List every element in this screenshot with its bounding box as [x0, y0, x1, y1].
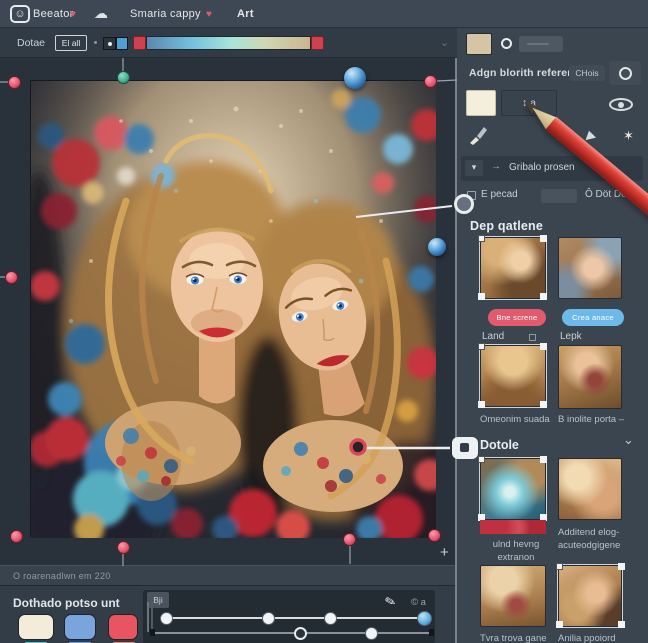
document-title: Smaria cappy [130, 8, 201, 20]
gradient-stop-right[interactable] [311, 36, 324, 50]
blue-pill-button[interactable]: Crea anace [562, 309, 624, 326]
group1-title: Dep qatlene [470, 219, 544, 233]
arrow-right-icon: → [491, 161, 501, 172]
slider-knob[interactable] [324, 612, 337, 625]
app-window: ☺ Beeator ♥ ☁ Smaria cappy ♥ Art Dotae E… [0, 0, 648, 643]
color-chip-blue[interactable] [64, 614, 96, 640]
thumbnail-caption: Additend elog- acuteodgigene [558, 527, 621, 551]
callout-anchor-button[interactable] [454, 194, 474, 214]
slider-grip[interactable] [147, 602, 149, 632]
action-right-label[interactable]: Ô Döt Del [585, 189, 629, 200]
thumbnail-caption: Omeonim suada [480, 414, 550, 425]
callout-target-button[interactable] [452, 437, 478, 459]
slider-end-nub [150, 629, 155, 636]
star-icon[interactable]: ✶ [623, 128, 634, 144]
thumbnail-caption: Anilia ppoiord [558, 633, 616, 643]
chevron-down-icon[interactable]: ⌄ [440, 36, 449, 49]
thumbnail-caption: B inolite porta – [558, 414, 625, 425]
blue-sphere-decoration [344, 67, 366, 89]
thumbnail-variant-7[interactable] [480, 565, 546, 627]
selection-handle-top-right[interactable] [424, 75, 437, 88]
chevron-down-icon[interactable]: ⌄ [623, 432, 634, 448]
brush-icon[interactable] [467, 124, 489, 146]
bottom-toolbar: Dothado potso unt Bji ✎ © a [0, 585, 457, 643]
slider-end-nub [429, 629, 434, 636]
square-mark-icon [529, 334, 536, 341]
thumbnail-variant-8[interactable] [556, 563, 623, 628]
color-swatch-blue[interactable] [116, 37, 128, 50]
thumbnail-variant-5[interactable] [478, 456, 547, 521]
slider-knob-blue[interactable] [417, 611, 432, 626]
slider-knob[interactable] [160, 612, 173, 625]
thumbnail-caption: ulnd hevng extranon [492, 539, 540, 563]
heart-icon: ♥ [206, 9, 212, 20]
color-swatch-cream[interactable] [466, 90, 496, 116]
selection-handle-top-center[interactable] [117, 71, 130, 84]
tool-label: Dotae [17, 37, 46, 49]
slider-knob-hollow[interactable] [294, 627, 307, 640]
color-chip-cream[interactable] [18, 614, 54, 640]
gradient-bar[interactable] [146, 36, 311, 50]
cloud-icon: ☁ [94, 5, 108, 21]
thumbnail-variant-6[interactable] [558, 458, 622, 520]
artwork-image[interactable] [14, 80, 471, 581]
eye-icon[interactable] [609, 98, 633, 111]
chois-button[interactable]: CHois [569, 65, 605, 81]
panel-top-button[interactable] [519, 36, 563, 52]
slider-grip [151, 602, 153, 632]
section-toggle-bar[interactable]: ▾ → Gribalo prosen [461, 156, 643, 181]
group2-title: Dotole [480, 438, 519, 452]
thumbnail-variant-3[interactable] [478, 343, 547, 408]
heart-icon: ♥ [70, 9, 76, 20]
value-stepper[interactable]: ↕ a [501, 90, 557, 116]
slider-track-1[interactable] [160, 617, 430, 619]
status-text: O roarenadlwn em 220 [13, 571, 111, 581]
ring-icon[interactable] [501, 38, 512, 49]
blue-sphere-decoration [428, 238, 446, 256]
add-icon[interactable]: + [440, 544, 449, 561]
selection-handle-bottom-center-1[interactable] [117, 541, 130, 554]
thumbnail-variant-1[interactable] [478, 235, 547, 300]
circle-option-button[interactable] [609, 61, 641, 85]
red-pill-button[interactable]: Bne screne [488, 309, 546, 326]
menu-item-art[interactable]: Art [237, 8, 254, 20]
selection-handle-bottom-right[interactable] [428, 529, 441, 542]
status-bar: O roarenadlwn em 220 [0, 565, 457, 585]
thumbnail-label: Land [482, 331, 505, 342]
app-name: Beeator [33, 8, 74, 20]
thumbnail-variant-2[interactable] [558, 237, 622, 299]
action-left-label[interactable]: E pecad [481, 189, 518, 200]
slider-track-2[interactable] [153, 632, 433, 634]
selection-handle-bottom-center-2[interactable] [343, 533, 356, 546]
cursor-icon[interactable] [585, 130, 598, 144]
selection-handle-bottom-left[interactable] [10, 530, 23, 543]
slider-knob[interactable] [262, 612, 275, 625]
selection-handle-top-left[interactable] [8, 76, 21, 89]
disabled-button [541, 189, 577, 203]
bottom-toolbar-title: Dothado potso unt [13, 596, 120, 610]
thumbnail-caption: Tvra trova gane [480, 633, 547, 643]
panel-divider[interactable] [455, 58, 457, 643]
color-chip-red[interactable] [108, 614, 138, 640]
pattern-swatch[interactable] [103, 37, 116, 50]
section-toggle-label: Gribalo prosen [509, 162, 575, 173]
app-logo-icon[interactable]: ☺ [10, 5, 30, 23]
thumbnail-label: Lepk [560, 331, 582, 342]
selection-handle-left[interactable] [5, 271, 18, 284]
meta-buttons[interactable]: © a [411, 597, 426, 608]
slider-knob[interactable] [365, 627, 378, 640]
separator-dot [94, 41, 97, 44]
reference-swatch[interactable] [466, 33, 492, 55]
right-panel: Adgn blorith reference CHois ↕ a ✶ ▾ → G… [457, 28, 648, 643]
top-menu-bar: ☺ Beeator ♥ ☁ Smaria cappy ♥ Art [0, 0, 648, 28]
gradient-stop-left[interactable] [133, 36, 146, 50]
thumbnail-variant-4[interactable] [558, 345, 622, 409]
tool-value-box[interactable]: El all [55, 35, 87, 51]
options-toolbar: Dotae El all ⌄ [0, 28, 457, 58]
caret-down-icon[interactable]: ▾ [465, 160, 483, 176]
thumbnail-variant-5-band[interactable] [480, 520, 546, 534]
